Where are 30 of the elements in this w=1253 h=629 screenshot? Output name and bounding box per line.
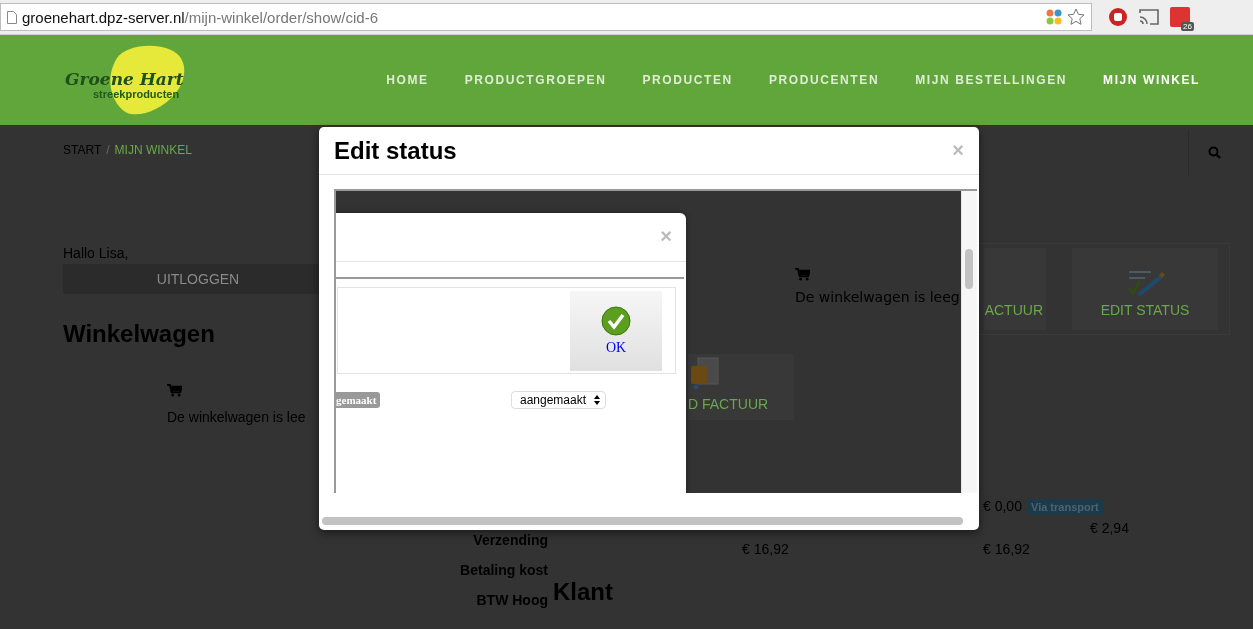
nav-link[interactable]: MIJN WINKEL — [1103, 73, 1200, 87]
nav-link[interactable]: PRODUCTEN — [642, 73, 733, 87]
status-badge: gemaakt — [336, 392, 381, 408]
cast-icon[interactable] — [1138, 8, 1160, 26]
vertical-scrollbar[interactable] — [961, 191, 977, 493]
breadcrumb-link[interactable]: MIJN WINKEL — [114, 143, 192, 157]
nav-link[interactable]: MIJN BESTELLINGEN — [915, 73, 1068, 87]
action-tile[interactable]: ACTUUR — [984, 248, 1046, 330]
nav-link[interactable]: PRODUCENTEN — [768, 73, 880, 87]
cart-icon — [795, 268, 810, 281]
search-icon[interactable] — [1207, 146, 1221, 159]
address-bar[interactable]: groenehart.dpz-server.nl/mijn-winkel/order/show/cid-6 — [0, 3, 1092, 31]
stop-icon[interactable] — [1108, 7, 1128, 27]
modal-title: Edit status — [334, 136, 457, 165]
action-tile[interactable]: D FACTUUR — [688, 354, 794, 420]
invoice-icon — [688, 356, 722, 390]
horizontal-scrollbar[interactable] — [322, 517, 963, 525]
ok-button[interactable]: OK — [570, 291, 662, 371]
breadcrumb-separator: / — [106, 143, 110, 157]
nav-link[interactable]: HOME — [386, 73, 429, 87]
extension-badge: 26 — [1181, 22, 1194, 31]
action-tile[interactable]: EDIT STATUS — [1072, 248, 1218, 330]
page-icon — [7, 10, 17, 24]
check-icon — [600, 306, 632, 338]
star-icon[interactable] — [1067, 8, 1085, 26]
puzzle-icon[interactable] — [1045, 8, 1063, 26]
cart-icon — [167, 384, 182, 397]
nav-link[interactable]: PRODUCTGROEPEN — [464, 73, 607, 87]
sort-arrows-icon — [594, 395, 600, 405]
status-select[interactable]: aangemaakt — [511, 391, 606, 409]
